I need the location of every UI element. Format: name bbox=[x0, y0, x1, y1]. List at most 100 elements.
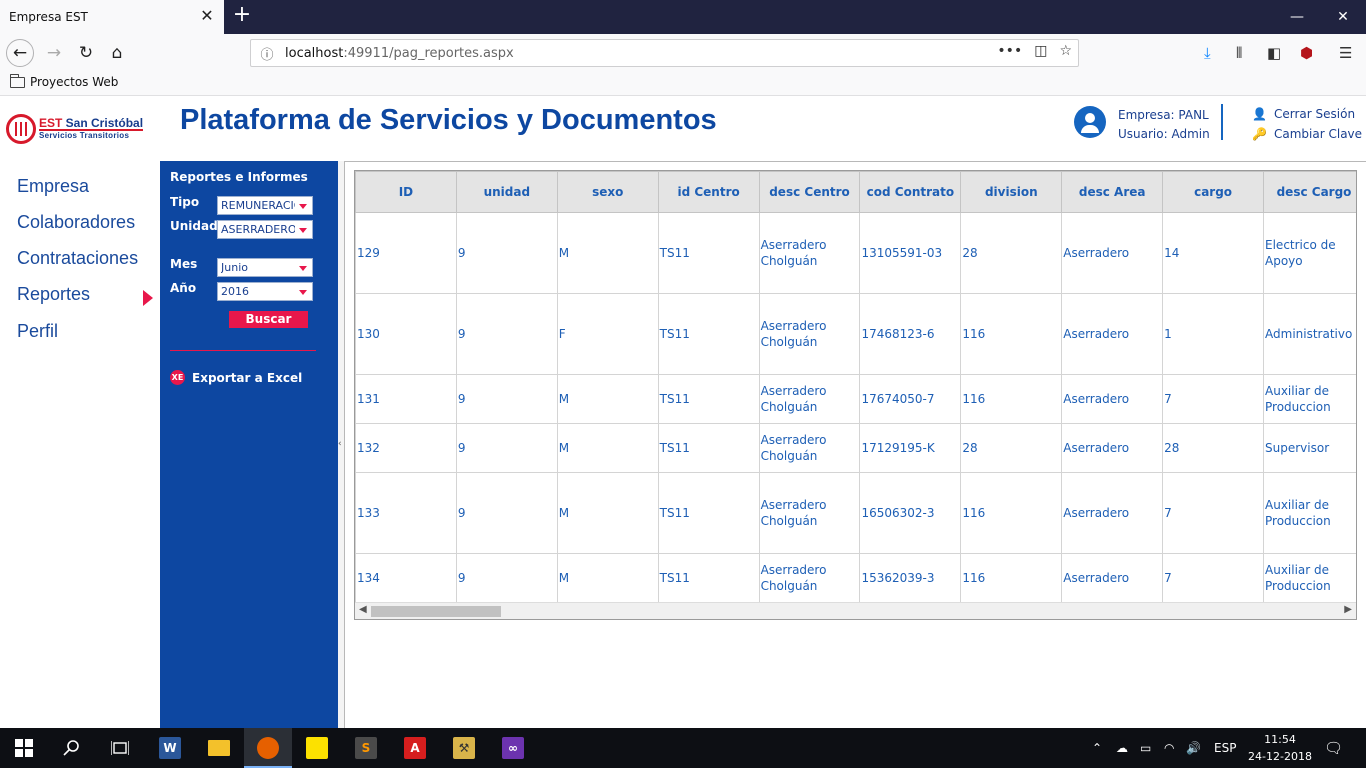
web-page: EST San Cristóbal Servicios Transitorios… bbox=[0, 96, 1366, 728]
downloads-icon[interactable]: ⤓ bbox=[1204, 44, 1211, 62]
anio-select[interactable]: 2016 bbox=[217, 282, 313, 301]
pocket-icon[interactable]: ◫ bbox=[1034, 43, 1047, 59]
firefox-icon bbox=[257, 737, 279, 759]
word-app[interactable]: W bbox=[146, 728, 194, 768]
column-header[interactable]: desc Cargo bbox=[1263, 171, 1356, 213]
notifications-icon[interactable]: 🗨 bbox=[1324, 728, 1343, 768]
nav-item-colaboradores[interactable]: Colaboradores bbox=[17, 212, 135, 233]
table-cell: 17468123-6 bbox=[859, 293, 962, 375]
column-header[interactable]: ID bbox=[355, 171, 457, 213]
export-excel-link[interactable]: XE Exportar a Excel bbox=[170, 370, 302, 385]
battery-icon[interactable]: ▭ bbox=[1140, 728, 1151, 768]
volume-icon[interactable]: 🔊 bbox=[1186, 728, 1201, 768]
table-cell: 14 bbox=[1162, 212, 1265, 294]
table-cell: 1 bbox=[1162, 293, 1265, 375]
ublock-icon[interactable]: ⬢ bbox=[1300, 44, 1313, 62]
nav-item-contrataciones[interactable]: Contrataciones bbox=[17, 248, 138, 269]
back-button[interactable]: ← bbox=[6, 39, 34, 67]
tool-icon: ⚒ bbox=[453, 737, 475, 759]
cloud-icon[interactable]: ☁ bbox=[1116, 728, 1128, 768]
horizontal-scrollbar[interactable]: ◀ ▶ bbox=[355, 602, 1356, 619]
file-explorer-app[interactable] bbox=[195, 728, 243, 768]
scroll-left-icon[interactable]: ◀ bbox=[359, 604, 367, 615]
menu-icon[interactable]: ☰ bbox=[1339, 44, 1352, 62]
task-view-button[interactable] bbox=[96, 728, 144, 768]
scrollbar-thumb[interactable] bbox=[371, 606, 501, 617]
table-row[interactable]: 130 9 F TS11 Aserradero Cholguán 17468123-6 11… bbox=[355, 293, 1356, 375]
url-bar[interactable]: ⓘ localhost:49911/pag_reportes.aspx ••• … bbox=[250, 39, 1079, 67]
start-button[interactable] bbox=[0, 728, 48, 768]
info-icon[interactable]: ⓘ bbox=[255, 44, 279, 63]
column-header[interactable]: division bbox=[960, 171, 1063, 213]
home-icon[interactable]: ⌂ bbox=[103, 39, 131, 67]
bookmark-folder[interactable]: Proyectos Web bbox=[10, 73, 118, 89]
table-cell: 9 bbox=[455, 374, 558, 424]
table-cell: Supervisor bbox=[1263, 423, 1356, 473]
clock[interactable]: 11:54 24-12-2018 bbox=[1248, 731, 1312, 765]
column-header[interactable]: cod Contrato bbox=[859, 171, 962, 213]
scroll-right-icon[interactable]: ▶ bbox=[1344, 604, 1352, 615]
table-cell: TS11 bbox=[657, 472, 760, 554]
browser-tab[interactable]: Empresa EST ✕ bbox=[0, 0, 224, 34]
table-cell: 7 bbox=[1162, 472, 1265, 554]
table-cell: Auxiliar de Produccion bbox=[1263, 553, 1356, 603]
anio-value: 2016 bbox=[221, 285, 249, 298]
column-header[interactable]: id Centro bbox=[657, 171, 760, 213]
visual-studio-app[interactable]: ∞ bbox=[489, 728, 537, 768]
column-header[interactable]: sexo bbox=[556, 171, 659, 213]
reload-button[interactable]: ↻ bbox=[72, 39, 100, 67]
table-row[interactable]: 133 9 M TS11 Aserradero Cholguán 16506302-3 11… bbox=[355, 472, 1356, 554]
table-cell: Aserradero Cholguán bbox=[758, 472, 861, 554]
column-header[interactable]: desc Area bbox=[1061, 171, 1164, 213]
table-cell: Administrativo bbox=[1263, 293, 1356, 375]
nav-item-perfil[interactable]: Perfil bbox=[17, 321, 58, 342]
search-button[interactable]: Buscar bbox=[229, 311, 308, 328]
bookmark-star-icon[interactable]: ☆ bbox=[1059, 43, 1072, 59]
table-cell: 133 bbox=[355, 472, 457, 554]
table-cell: 131 bbox=[355, 374, 457, 424]
sticky-notes-app[interactable] bbox=[293, 728, 341, 768]
visual-studio-icon: ∞ bbox=[502, 737, 524, 759]
tray-chevron-icon[interactable]: ⌃ bbox=[1092, 728, 1102, 768]
table-row[interactable]: 129 9 M TS11 Aserradero Cholguán 13105591-03 2… bbox=[355, 212, 1356, 294]
library-icon[interactable]: ⫴ bbox=[1236, 44, 1242, 62]
acrobat-app[interactable]: A bbox=[391, 728, 439, 768]
firefox-app[interactable] bbox=[244, 728, 292, 768]
table-cell: M bbox=[556, 212, 659, 294]
close-window-button[interactable]: ✕ bbox=[1320, 0, 1366, 34]
table-cell: 28 bbox=[960, 423, 1063, 473]
column-header[interactable]: cargo bbox=[1162, 171, 1265, 213]
table-row[interactable]: 131 9 M TS11 Aserradero Cholguán 17674050-7 11… bbox=[355, 374, 1356, 424]
tool-app[interactable]: ⚒ bbox=[440, 728, 488, 768]
table-cell: 9 bbox=[455, 472, 558, 554]
column-header[interactable]: unidad bbox=[455, 171, 558, 213]
new-tab-button[interactable]: + bbox=[230, 4, 254, 28]
active-nav-arrow-icon bbox=[143, 290, 153, 306]
windows-logo-icon bbox=[15, 739, 33, 757]
language-indicator[interactable]: ESP bbox=[1214, 728, 1236, 768]
tipo-select[interactable]: REMUNERACIONES bbox=[217, 196, 313, 215]
sublime-text-app[interactable]: S bbox=[342, 728, 390, 768]
tab-close-icon[interactable]: ✕ bbox=[198, 7, 216, 25]
wifi-icon[interactable]: ◠ bbox=[1164, 728, 1174, 768]
nav-item-reportes[interactable]: Reportes bbox=[17, 284, 90, 305]
table-cell: Aserradero Cholguán bbox=[758, 293, 861, 375]
usuario-label: Usuario: Admin bbox=[1118, 127, 1210, 141]
minimize-button[interactable]: — bbox=[1274, 0, 1320, 34]
table-row[interactable]: 134 9 M TS11 Aserradero Cholguán 15362039-3 11… bbox=[355, 553, 1356, 603]
table-cell: Aserradero bbox=[1061, 374, 1164, 424]
table-cell: 116 bbox=[960, 293, 1063, 375]
change-password-link[interactable]: 🔑 Cambiar Clave bbox=[1252, 124, 1362, 144]
logout-link[interactable]: 👤 Cerrar Sesión bbox=[1252, 104, 1362, 124]
mes-select[interactable]: Junio bbox=[217, 258, 313, 277]
column-header[interactable]: desc Centro bbox=[758, 171, 861, 213]
page-actions-icon[interactable]: ••• bbox=[997, 43, 1022, 59]
company-logo[interactable]: EST San Cristóbal Servicios Transitorios bbox=[6, 112, 146, 146]
sidebar-icon[interactable]: ◧ bbox=[1267, 44, 1281, 62]
table-row[interactable]: 132 9 M TS11 Aserradero Cholguán 17129195-K 28… bbox=[355, 423, 1356, 473]
search-button[interactable] bbox=[48, 728, 96, 768]
collapse-icon[interactable]: ‹ bbox=[338, 439, 342, 449]
unidad-select[interactable]: ASERRADERO bbox=[217, 220, 313, 239]
forward-button[interactable]: → bbox=[40, 39, 68, 67]
nav-item-empresa[interactable]: Empresa bbox=[17, 176, 89, 197]
